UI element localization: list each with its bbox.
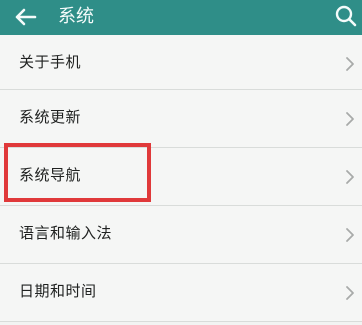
chevron-right-icon bbox=[346, 112, 354, 126]
search-icon[interactable] bbox=[334, 4, 358, 28]
settings-item-system-navigation[interactable]: 系统导航 bbox=[0, 148, 362, 206]
settings-item-about-phone[interactable]: 关于手机 bbox=[0, 35, 362, 90]
system-settings-screen: 系统 关于手机 系统更新 系统导航 语言和输入法 日期和时间 bbox=[0, 0, 362, 325]
chevron-right-icon bbox=[346, 286, 354, 300]
arrow-left-icon[interactable] bbox=[14, 6, 38, 28]
settings-item-label: 语言和输入法 bbox=[19, 224, 113, 242]
chevron-right-icon bbox=[346, 170, 354, 184]
settings-item-label: 日期和时间 bbox=[19, 282, 97, 300]
settings-item-language-input[interactable]: 语言和输入法 bbox=[0, 206, 362, 264]
settings-item-date-time[interactable]: 日期和时间 bbox=[0, 264, 362, 322]
chevron-right-icon bbox=[346, 228, 354, 242]
settings-item-label: 系统更新 bbox=[19, 108, 82, 126]
settings-list: 关于手机 系统更新 系统导航 语言和输入法 日期和时间 bbox=[0, 35, 362, 322]
page-title: 系统 bbox=[58, 6, 94, 27]
settings-item-label: 系统导航 bbox=[19, 166, 82, 184]
top-app-bar: 系统 bbox=[0, 0, 362, 35]
chevron-right-icon bbox=[346, 57, 354, 71]
settings-item-label: 关于手机 bbox=[19, 53, 82, 71]
settings-item-system-update[interactable]: 系统更新 bbox=[0, 90, 362, 148]
